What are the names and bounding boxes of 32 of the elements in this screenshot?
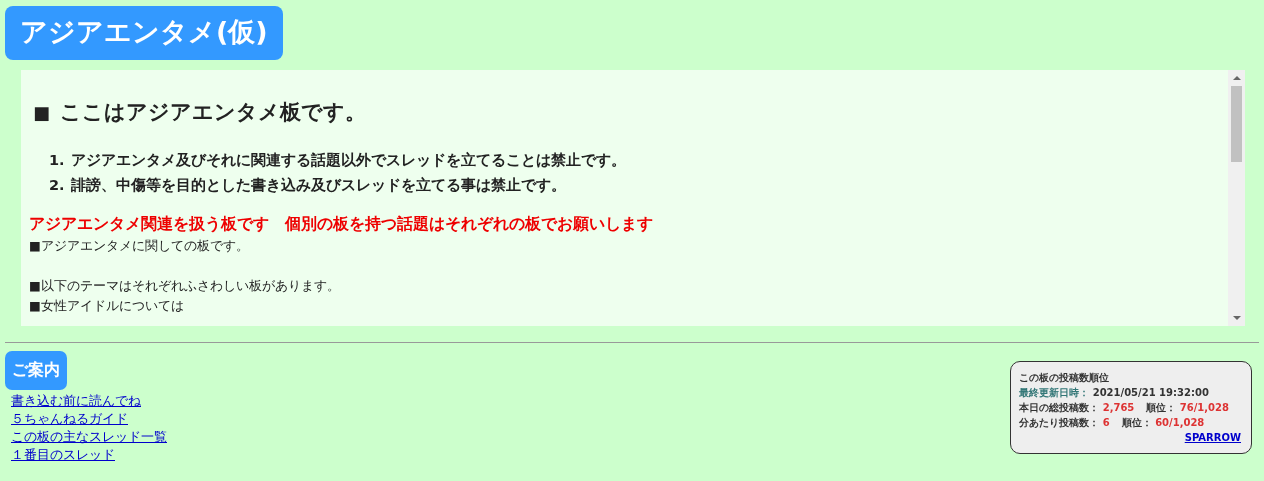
guide-link[interactable]: １番目のスレッド [11, 446, 115, 465]
stat-label: 本日の総投稿数： [1019, 402, 1100, 414]
scrollbar[interactable] [1228, 70, 1245, 327]
notice-line: ■以下のテーマはそれぞれふさわしい板があります。 [29, 277, 341, 296]
notice-heading: ここはアジアエンタメ板です。 [60, 99, 366, 127]
rule-number: 2. [49, 176, 65, 196]
notice-line: ■アジアエンタメに関しての板です。 [29, 237, 250, 256]
stat-value: 60/1,028 [1155, 417, 1205, 429]
board-title: アジアエンタメ(仮) [5, 6, 283, 61]
stat-value: 6 [1102, 417, 1110, 429]
ranking-title: この板の投稿数順位 [1019, 371, 1111, 386]
stat-label: 順位： [1146, 402, 1177, 414]
rule-text: 誹謗、中傷等を目的とした書き込み及びスレッドを立てる事は禁止です。 [70, 176, 566, 196]
rule-text: アジアエンタメ及びそれに関連する話題以外でスレッドを立てることは禁止です。 [70, 151, 626, 171]
scrollbar-thumb[interactable] [1231, 86, 1242, 163]
stat-value: 2,765 [1102, 402, 1135, 414]
guide-heading: ご案内 [5, 351, 67, 391]
sparrow-link[interactable]: SPARROW [1184, 430, 1241, 446]
stat-label: 分あたり投稿数： [1019, 417, 1100, 429]
notice-line: ■女性アイドルについては [29, 297, 185, 316]
scroll-down-icon[interactable] [1232, 315, 1241, 322]
notice-highlight: アジアエンタメ関連を扱う板です 個別の板を持つ話題はそれぞれの板でお願いします [29, 214, 654, 236]
guide-link[interactable]: 書き込む前に読んでね [11, 392, 141, 411]
stat-value: 2021/05/21 19:32:00 [1092, 387, 1209, 399]
stat-label: 最終更新日時： [1019, 387, 1090, 399]
rule-number: 1. [49, 151, 65, 171]
guide-link[interactable]: この板の主なスレッド一覧 [11, 428, 167, 447]
guide-link[interactable]: ５ちゃんねるガイド [11, 410, 128, 429]
square-bullet: ■ [33, 101, 50, 123]
scroll-up-icon[interactable] [1232, 75, 1241, 82]
stat-value: 76/1,028 [1179, 402, 1229, 414]
stat-label: 順位： [1121, 417, 1152, 429]
